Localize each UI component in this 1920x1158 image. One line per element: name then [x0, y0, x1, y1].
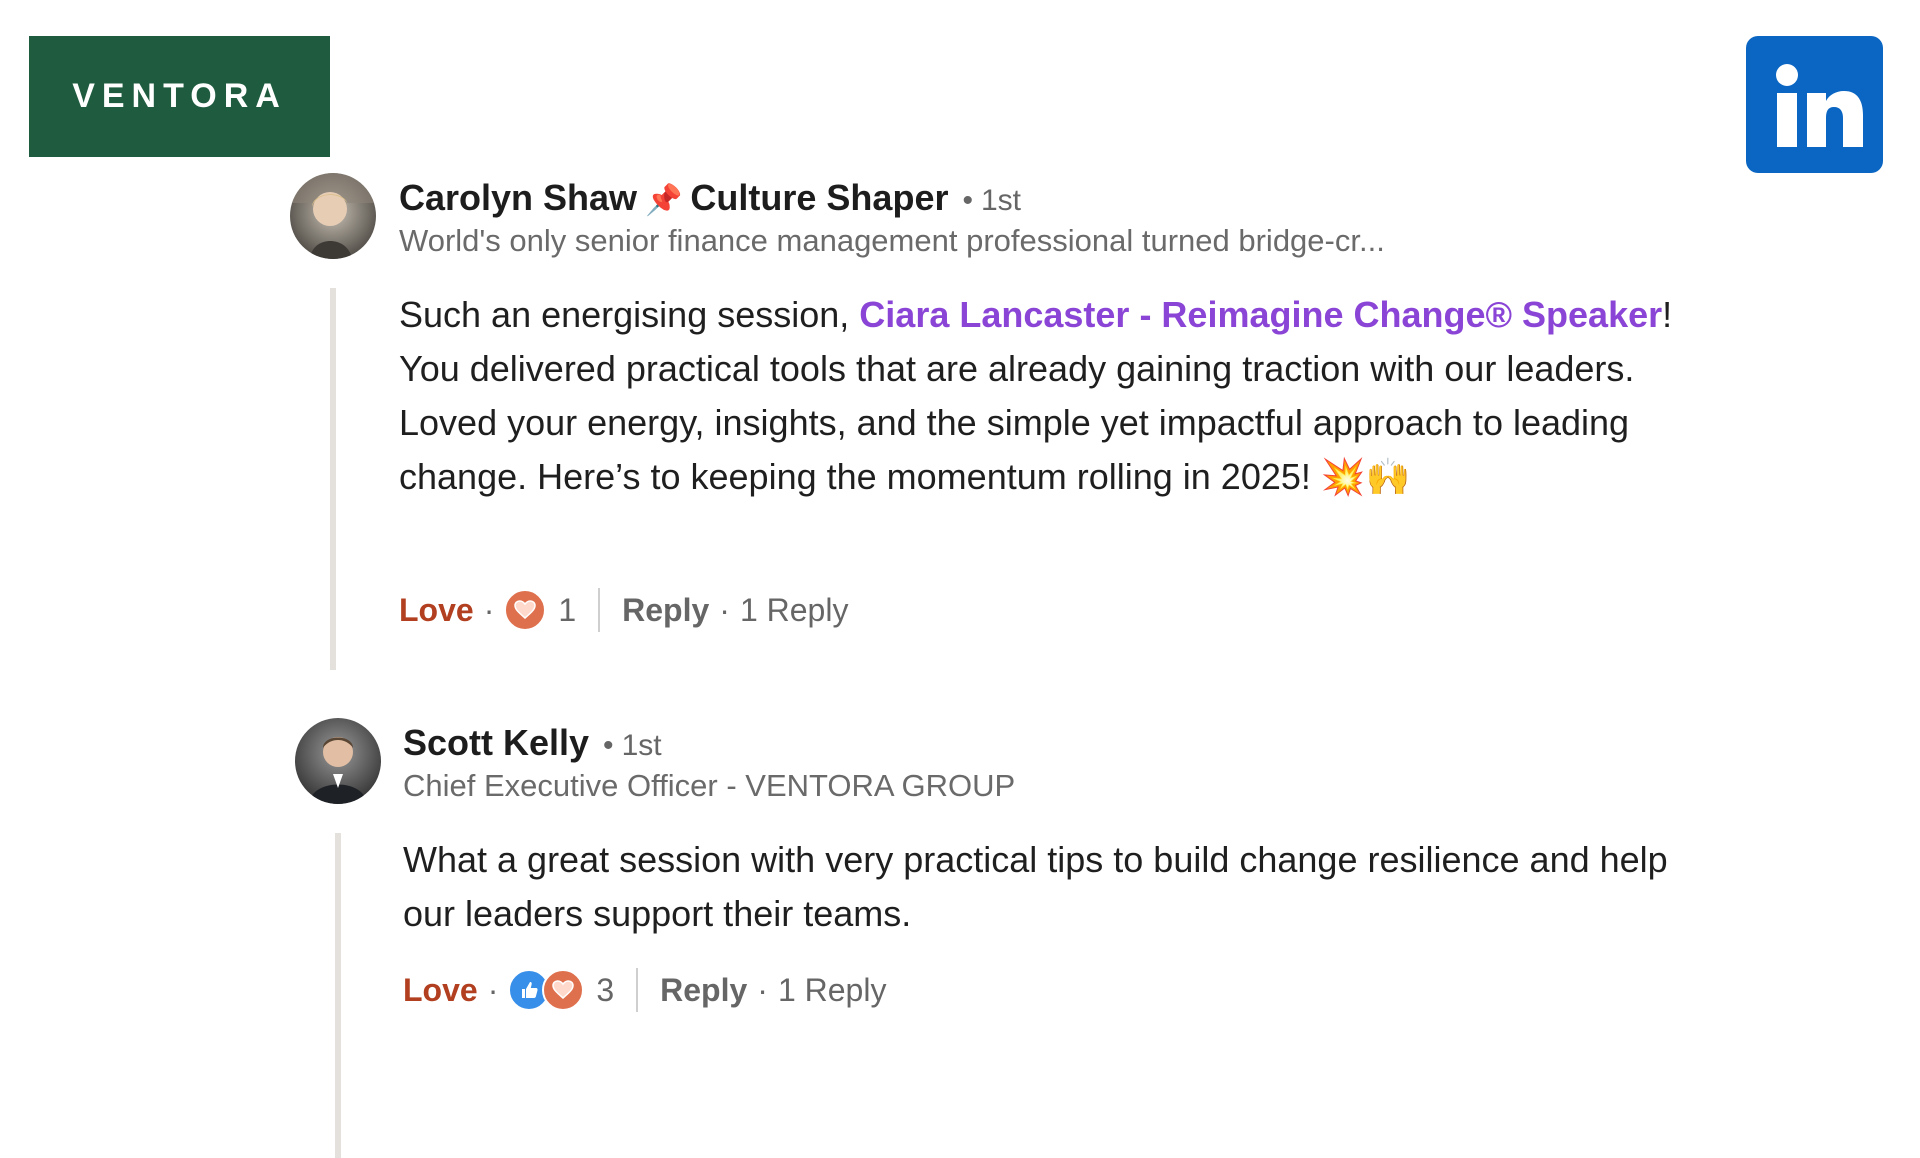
degree-label: 1st [980, 184, 1022, 217]
avatar[interactable] [290, 173, 376, 259]
action-divider [598, 588, 601, 632]
author-title[interactable]: Culture Shaper [690, 177, 948, 219]
comment-body: What a great session with very practical… [403, 839, 1668, 934]
reply-button[interactable]: Reply [622, 592, 709, 629]
connection-degree: • 1st [603, 729, 662, 762]
separator-dot: · [719, 591, 730, 628]
linkedin-icon [1775, 63, 1863, 147]
author-row: Carolyn Shaw 📌 Culture Shaper • 1st [399, 177, 1021, 219]
love-reaction-icon [504, 589, 547, 631]
degree-label: 1st [621, 729, 662, 762]
reply-count-link[interactable]: 1 Reply [740, 592, 849, 629]
love-button[interactable]: Love [399, 592, 474, 629]
reaction-summary[interactable] [508, 969, 585, 1011]
comment-actions: Love · 3 Reply · 1 Reply [403, 968, 886, 1012]
separator-dot: · [483, 591, 495, 628]
author-name[interactable]: Scott Kelly [403, 722, 589, 764]
ventora-logo-text: VENTORA [72, 77, 287, 115]
mention-link[interactable]: Ciara Lancaster - Reimagine Change® Spea… [859, 294, 1662, 335]
reply-count-link[interactable]: 1 Reply [778, 972, 887, 1009]
comment-body: Such an energising session, Ciara Lancas… [399, 288, 1699, 504]
reply-button[interactable]: Reply [660, 972, 747, 1009]
author-name[interactable]: Carolyn Shaw [399, 177, 637, 219]
thread-line [330, 288, 336, 670]
author-headline: Chief Executive Officer - VENTORA GROUP [403, 768, 1016, 803]
thread-line [335, 833, 341, 1158]
avatar[interactable] [295, 718, 381, 804]
love-button[interactable]: Love [403, 972, 478, 1009]
separator-dot: · [487, 971, 499, 1008]
love-reaction-icon [542, 969, 585, 1011]
comment-body-text: Such an energising session, [399, 294, 860, 335]
author-row: Scott Kelly • 1st [403, 722, 662, 764]
separator-dot: · [757, 971, 768, 1008]
ventora-logo: VENTORA [29, 36, 330, 157]
connection-degree: • 1st [962, 184, 1022, 217]
reaction-count[interactable]: 3 [596, 972, 614, 1009]
author-headline: World's only senior finance management p… [399, 223, 1385, 258]
action-divider [636, 968, 639, 1012]
pushpin-icon: 📌 [645, 184, 683, 217]
linkedin-logo [1746, 36, 1883, 173]
reaction-count[interactable]: 1 [558, 592, 576, 629]
reaction-summary[interactable] [504, 589, 547, 631]
comment-actions: Love · 1 Reply · 1 Reply [399, 588, 848, 632]
